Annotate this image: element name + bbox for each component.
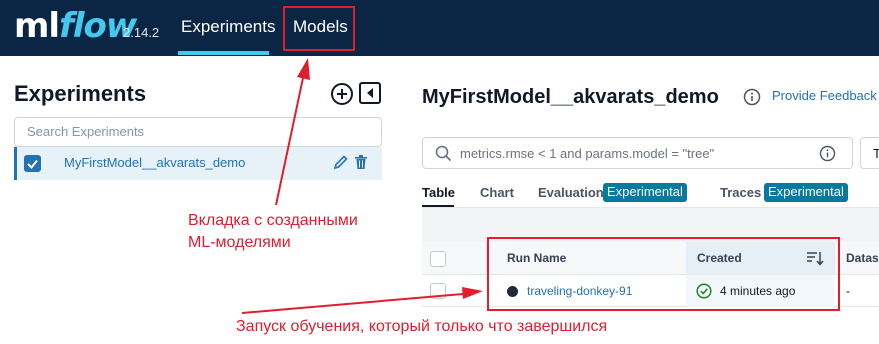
collapse-sidebar-icon[interactable] <box>359 82 381 104</box>
page: ml flow 2.14.2 Experiments Models Experim… <box>0 0 879 344</box>
models-tab-annotation: Вкладка с созданными ML-моделями <box>188 210 358 254</box>
experiments-search-input[interactable]: Search Experiments <box>14 117 382 147</box>
tab-chart[interactable]: Chart <box>480 185 514 200</box>
tab-evaluation[interactable]: Evaluation <box>538 185 604 200</box>
experiment-title: MyFirstModel__akvarats_demo <box>422 86 719 108</box>
nav-tab-experiments[interactable]: Experiments <box>181 17 275 37</box>
models-tab-highlight-box <box>283 6 355 51</box>
arrow-to-models-head <box>297 58 310 80</box>
tab-table[interactable]: Table <box>422 185 455 200</box>
run-dataset: - <box>846 284 850 298</box>
column-header-dataset[interactable]: Datase <box>846 251 879 265</box>
models-annotation-line2: ML-моделями <box>188 234 291 251</box>
active-tab-indicator <box>178 51 269 55</box>
runs-search-input[interactable]: metrics.rmse < 1 and params.model = "tre… <box>422 137 853 169</box>
checkbox-checked-icon[interactable] <box>24 155 41 172</box>
experiment-name[interactable]: MyFirstModel__akvarats_demo <box>64 155 245 170</box>
plus-circle-icon[interactable] <box>330 82 354 106</box>
top-nav-bar: ml flow 2.14.2 Experiments Models <box>0 0 879 56</box>
run-row-highlight-box <box>487 237 840 311</box>
select-all-checkbox[interactable] <box>430 251 446 267</box>
version-label: 2.14.2 <box>123 25 160 40</box>
search-icon <box>435 145 452 162</box>
run-annotation: Запуск обучения, который только что заве… <box>236 318 608 335</box>
runs-search-text: metrics.rmse < 1 and params.model = "tre… <box>460 146 715 161</box>
trash-icon[interactable] <box>354 154 368 170</box>
experimental-badge: Experimental <box>764 183 848 202</box>
provide-feedback-link[interactable]: Provide Feedback <box>772 88 877 103</box>
mlflow-logo[interactable]: ml flow <box>14 6 137 50</box>
time-filter-dropdown[interactable]: T <box>860 137 879 169</box>
models-annotation-line1: Вкладка с созданными <box>188 212 358 229</box>
logo-ml-text: ml <box>14 6 60 46</box>
experimental-badge: Experimental <box>603 183 687 202</box>
pencil-icon[interactable] <box>333 154 349 170</box>
row-checkbox[interactable] <box>430 283 446 299</box>
info-icon[interactable] <box>819 145 836 162</box>
sidebar-title: Experiments <box>14 81 147 106</box>
tab-traces[interactable]: Traces <box>720 185 761 200</box>
info-icon[interactable] <box>743 88 761 106</box>
experiment-list-item[interactable]: MyFirstModel__akvarats_demo <box>14 147 382 180</box>
